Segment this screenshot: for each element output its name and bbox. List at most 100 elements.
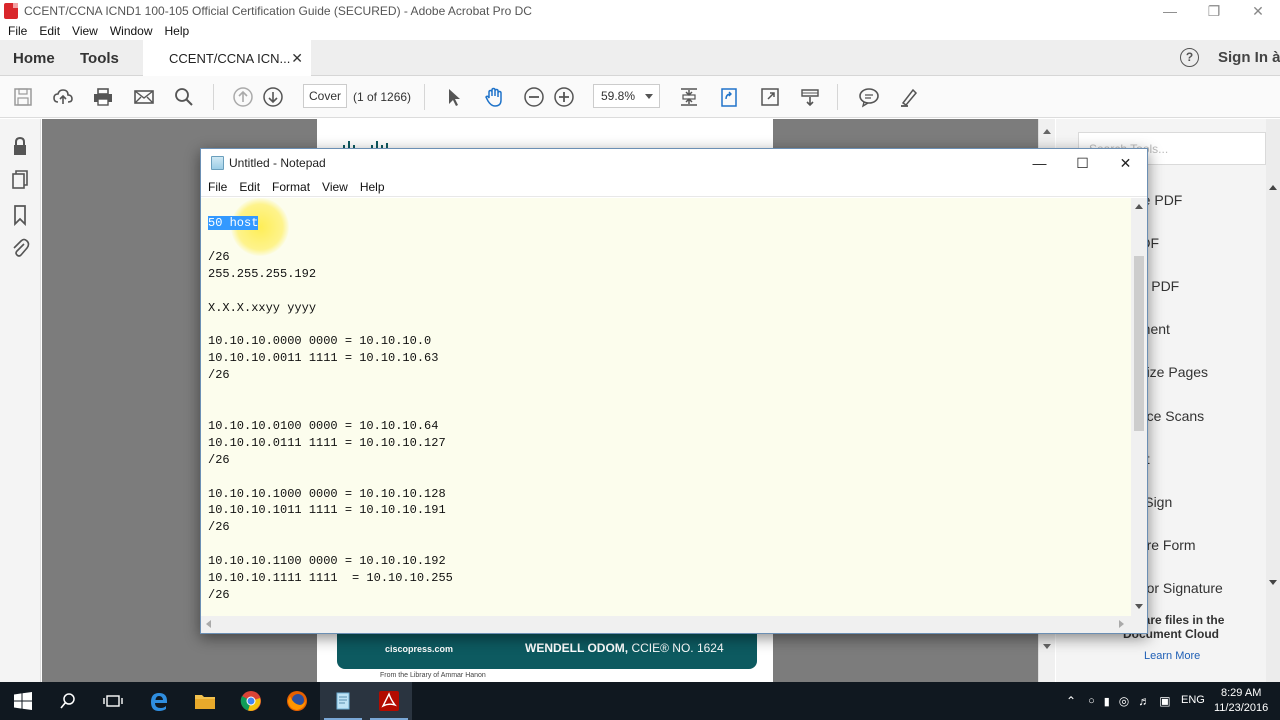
search-icon[interactable] — [172, 85, 196, 109]
selected-text[interactable]: 50 host — [208, 216, 259, 230]
previous-page-icon[interactable] — [231, 85, 255, 109]
windows-taskbar: ⌃ ○ ▮ ◎ ♬ ▣ ENG 8:29 AM 11/23/2016 — [0, 682, 1280, 720]
firefox-icon[interactable] — [274, 682, 320, 720]
scroll-up-arrow-icon[interactable] — [1043, 129, 1051, 134]
author-credential: CCIE® NO. 1624 — [628, 641, 724, 655]
notepad-text-area[interactable]: /26 255.255.255.192 X.X.X.xxyy yyyy 10.1… — [201, 198, 1131, 616]
hand-tool-icon[interactable] — [482, 85, 506, 109]
highlight-pen-icon[interactable] — [897, 85, 921, 109]
acrobat-title-bar: CCENT/CCNA ICND1 100-105 Official Certif… — [0, 0, 1280, 22]
minimize-button[interactable]: — — [1148, 0, 1192, 22]
zoom-out-icon[interactable] — [522, 85, 546, 109]
print-icon[interactable] — [91, 85, 115, 109]
notepad-scroll-down-icon[interactable] — [1135, 604, 1143, 609]
tools-scroll-down-icon[interactable] — [1269, 580, 1277, 585]
cover-footer-bar: ciscopress.com WENDELL ODOM, CCIE® NO. 1… — [337, 632, 757, 669]
save-icon[interactable] — [11, 85, 35, 109]
acrobat-tab-bar: Home Tools CCENT/CCNA ICN... ✕ ? Sign In… — [0, 40, 1280, 76]
edge-browser-icon[interactable] — [136, 682, 182, 720]
notepad-minimize-button[interactable]: — — [1018, 149, 1061, 177]
page-fit-icon[interactable] — [677, 85, 701, 109]
attachments-icon[interactable] — [10, 237, 30, 259]
tools-pane-scrollbar[interactable] — [1266, 119, 1280, 682]
notepad-title: Untitled - Notepad — [229, 156, 326, 170]
notepad-icon — [211, 156, 224, 170]
lock-icon[interactable] — [10, 135, 30, 157]
page-thumbnails-icon[interactable] — [10, 169, 30, 191]
file-explorer-icon[interactable] — [182, 682, 228, 720]
notepad-content: /26 255.255.255.192 X.X.X.xxyy yyyy 10.1… — [208, 249, 453, 602]
help-icon[interactable]: ? — [1180, 48, 1199, 67]
tools-scroll-up-icon[interactable] — [1269, 185, 1277, 190]
menu-edit[interactable]: Edit — [39, 24, 60, 38]
acrobat-menu-bar: File Edit View Window Help — [0, 22, 1280, 40]
maximize-button[interactable]: ❐ — [1192, 0, 1236, 22]
notepad-menu-file[interactable]: File — [208, 180, 227, 194]
chrome-icon[interactable] — [228, 682, 274, 720]
learn-more-link[interactable]: Learn More — [1144, 650, 1200, 662]
next-page-icon[interactable] — [261, 85, 285, 109]
email-icon[interactable] — [132, 85, 156, 109]
select-cursor-icon[interactable] — [442, 85, 466, 109]
tab-home[interactable]: Home — [13, 40, 55, 76]
full-screen-icon[interactable] — [758, 85, 782, 109]
tab-document-label: CCENT/CCNA ICN... — [169, 50, 291, 66]
notepad-resize-grip[interactable] — [1131, 616, 1147, 633]
cover-author-text: WENDELL ODOM, CCIE® NO. 1624 — [525, 641, 724, 655]
acrobat-window-title: CCENT/CCNA ICND1 100-105 Official Certif… — [24, 4, 532, 18]
tray-power-icon[interactable]: ▮ — [1104, 695, 1110, 708]
upload-cloud-icon[interactable] — [51, 85, 75, 109]
start-button-icon[interactable] — [0, 682, 46, 720]
zoom-select[interactable]: 59.8% — [593, 84, 660, 108]
notepad-vertical-scrollbar[interactable] — [1131, 198, 1147, 616]
notepad-taskbar-icon[interactable] — [320, 682, 366, 720]
notepad-maximize-button[interactable]: ☐ — [1061, 149, 1104, 177]
acrobat-toolbar: Cover (1 of 1266) 59.8% — [0, 76, 1280, 118]
notepad-menu-edit[interactable]: Edit — [239, 180, 260, 194]
menu-view[interactable]: View — [72, 24, 98, 38]
menu-window[interactable]: Window — [110, 24, 153, 38]
acrobat-pdf-icon — [4, 3, 18, 19]
cover-site-text: ciscopress.com — [385, 644, 454, 654]
notepad-window[interactable]: Untitled - Notepad — ☐ ✕ File Edit Forma… — [200, 148, 1148, 634]
comment-icon[interactable] — [857, 85, 881, 109]
notepad-scroll-right-icon[interactable] — [1119, 620, 1124, 628]
notepad-menu-bar: File Edit Format View Help — [201, 177, 1147, 197]
left-navigation-pane — [0, 119, 41, 682]
language-indicator[interactable]: ENG — [1181, 694, 1205, 706]
zoom-in-icon[interactable] — [552, 85, 576, 109]
notepad-menu-format[interactable]: Format — [272, 180, 310, 194]
menu-file[interactable]: File — [8, 24, 27, 38]
scroll-mode-icon[interactable] — [798, 85, 822, 109]
notepad-menu-help[interactable]: Help — [360, 180, 385, 194]
notepad-scroll-thumb[interactable] — [1134, 256, 1144, 431]
notepad-horizontal-scrollbar[interactable] — [201, 616, 1131, 633]
search-taskbar-icon[interactable] — [45, 682, 91, 720]
menu-help[interactable]: Help — [165, 24, 190, 38]
author-name: WENDELL ODOM, — [525, 641, 629, 655]
tab-document[interactable]: CCENT/CCNA ICN... ✕ — [143, 40, 311, 76]
bookmarks-icon[interactable] — [10, 204, 30, 227]
notepad-menu-view[interactable]: View — [322, 180, 348, 194]
close-tab-icon[interactable]: ✕ — [291, 50, 303, 67]
tray-status-icon[interactable]: ○ — [1088, 695, 1095, 707]
task-view-icon[interactable] — [90, 682, 136, 720]
tab-tools[interactable]: Tools — [80, 40, 119, 76]
notepad-title-bar[interactable]: Untitled - Notepad — ☐ ✕ — [201, 149, 1147, 177]
tray-wifi-icon[interactable]: ◎ — [1119, 694, 1129, 708]
rotate-view-icon[interactable] — [717, 85, 741, 109]
scroll-down-arrow-icon[interactable] — [1043, 644, 1051, 649]
library-note: From the Library of Ammar Hanon — [380, 672, 486, 679]
close-button[interactable]: ✕ — [1236, 0, 1280, 22]
clock-date[interactable]: 11/23/2016 — [1214, 702, 1268, 714]
notepad-scroll-up-icon[interactable] — [1135, 204, 1143, 209]
notepad-close-button[interactable]: ✕ — [1104, 149, 1147, 177]
tray-notifications-icon[interactable]: ▣ — [1159, 694, 1170, 708]
sign-in-button[interactable]: Sign In à — [1218, 49, 1280, 66]
clock-time[interactable]: 8:29 AM — [1221, 687, 1261, 699]
acrobat-taskbar-icon[interactable] — [366, 682, 412, 720]
tray-overflow-icon[interactable]: ⌃ — [1066, 694, 1076, 708]
page-number-field[interactable]: Cover — [303, 84, 347, 108]
notepad-scroll-left-icon[interactable] — [206, 620, 211, 628]
tray-volume-icon[interactable]: ♬ — [1138, 694, 1150, 708]
